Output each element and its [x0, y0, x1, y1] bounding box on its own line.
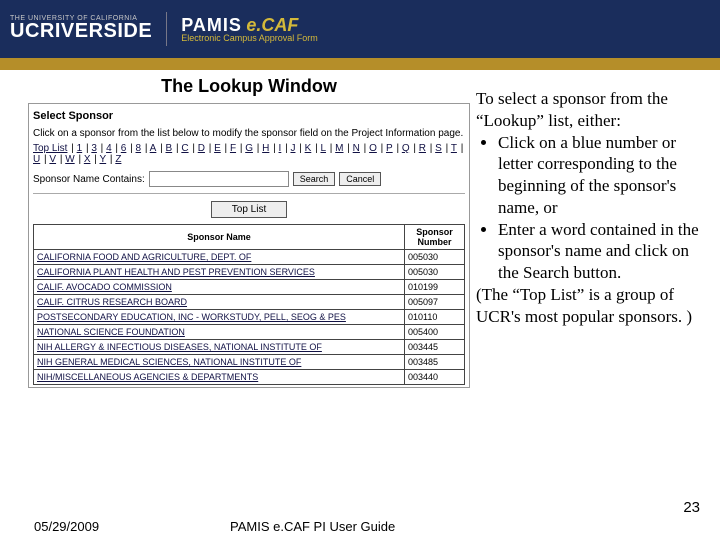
lookup-title: Select Sponsor [33, 110, 465, 122]
table-row: CALIF. CITRUS RESEARCH BOARD005097 [34, 295, 465, 310]
sponsor-number-cell: 005030 [405, 250, 465, 265]
index-link[interactable]: D [198, 143, 205, 154]
index-link[interactable]: Q [402, 143, 410, 154]
table-row: POSTSECONDARY EDUCATION, INC - WORKSTUDY… [34, 310, 465, 325]
index-link[interactable]: X [84, 154, 91, 165]
index-link[interactable]: A [150, 143, 157, 154]
index-link[interactable]: J [290, 143, 295, 154]
index-link[interactable]: 6 [121, 143, 127, 154]
index-link[interactable]: 3 [91, 143, 97, 154]
lookup-instruction: Click on a sponsor from the list below t… [33, 128, 465, 139]
index-link[interactable]: C [181, 143, 188, 154]
index-link[interactable]: N [353, 143, 360, 154]
sponsor-table: Sponsor Name Sponsor Number CALIFORNIA F… [33, 224, 465, 385]
notes-bullet-1: Click on a blue number or letter corresp… [498, 132, 702, 219]
index-link[interactable]: U [33, 154, 40, 165]
table-row: NIH/MISCELLANEOUS AGENCIES & DEPARTMENTS… [34, 370, 465, 385]
sponsor-name-cell[interactable]: CALIFORNIA PLANT HEALTH AND PEST PREVENT… [34, 265, 405, 280]
table-row: CALIF. AVOCADO COMMISSION010199 [34, 280, 465, 295]
caption: The Lookup Window [28, 76, 470, 97]
brand-ecaf: e.CAF [246, 15, 298, 35]
index-link[interactable]: E [214, 143, 221, 154]
brand-main: UCRIVERSIDE [10, 20, 152, 42]
table-row: NIH ALLERGY & INFECTIOUS DISEASES, NATIO… [34, 340, 465, 355]
header-band: THE UNIVERSITY OF CALIFORNIA UCRIVERSIDE… [0, 0, 720, 58]
search-label: Sponsor Name Contains: [33, 174, 145, 185]
sponsor-number-cell: 005097 [405, 295, 465, 310]
brand-area: THE UNIVERSITY OF CALIFORNIA UCRIVERSIDE… [10, 12, 318, 46]
sponsor-number-cell: 010199 [405, 280, 465, 295]
cancel-button[interactable]: Cancel [339, 172, 381, 186]
sponsor-number-cell: 003445 [405, 340, 465, 355]
footer-guide: PAMIS e.CAF PI User Guide [230, 519, 395, 534]
sponsor-number-cell: 005030 [405, 265, 465, 280]
notes-intro: To select a sponsor from the “Lookup” li… [476, 88, 702, 132]
table-row: NATIONAL SCIENCE FOUNDATION005400 [34, 325, 465, 340]
index-link[interactable]: B [166, 143, 173, 154]
index-link[interactable]: L [320, 143, 326, 154]
index-link[interactable]: M [335, 143, 343, 154]
sponsor-name-cell[interactable]: POSTSECONDARY EDUCATION, INC - WORKSTUDY… [34, 310, 405, 325]
index-link[interactable]: H [262, 143, 269, 154]
index-link[interactable]: G [245, 143, 253, 154]
footer-date: 05/29/2009 [34, 519, 99, 534]
index-link[interactable]: K [305, 143, 312, 154]
alpha-index: Top List | 1 | 3 | 4 | 6 | 8 | A | B | C… [33, 143, 465, 165]
search-input[interactable] [149, 171, 289, 187]
index-link[interactable]: O [369, 143, 377, 154]
notes-outro: (The “Top List” is a group of UCR's most… [476, 284, 702, 328]
sponsor-name-cell[interactable]: CALIF. AVOCADO COMMISSION [34, 280, 405, 295]
index-link[interactable]: Z [115, 154, 121, 165]
sponsor-name-cell[interactable]: NIH GENERAL MEDICAL SCIENCES, NATIONAL I… [34, 355, 405, 370]
notes-bullet-2: Enter a word contained in the sponsor's … [498, 219, 702, 284]
index-link[interactable]: 8 [136, 143, 142, 154]
index-link[interactable]: Y [99, 154, 106, 165]
index-link[interactable]: W [65, 154, 74, 165]
index-link[interactable]: Top List [33, 143, 67, 154]
index-link[interactable]: S [435, 143, 442, 154]
sponsor-number-cell: 003485 [405, 355, 465, 370]
index-link[interactable]: T [451, 143, 457, 154]
brand-pamis: PAMIS [181, 15, 242, 35]
table-row: NIH GENERAL MEDICAL SCIENCES, NATIONAL I… [34, 355, 465, 370]
sponsor-number-cell: 003440 [405, 370, 465, 385]
sponsor-name-cell[interactable]: NIH/MISCELLANEOUS AGENCIES & DEPARTMENTS [34, 370, 405, 385]
table-row: CALIFORNIA PLANT HEALTH AND PEST PREVENT… [34, 265, 465, 280]
sponsor-number-cell: 005400 [405, 325, 465, 340]
sponsor-name-cell[interactable]: NATIONAL SCIENCE FOUNDATION [34, 325, 405, 340]
notes-panel: To select a sponsor from the “Lookup” li… [470, 70, 720, 388]
sponsor-number-cell: 010110 [405, 310, 465, 325]
index-link[interactable]: 1 [77, 143, 83, 154]
divider [33, 193, 465, 194]
footer-page: 23 [683, 499, 700, 516]
top-list-button[interactable]: Top List [211, 201, 287, 218]
index-link[interactable]: R [419, 143, 426, 154]
search-row: Sponsor Name Contains: Search Cancel [33, 171, 465, 187]
sponsor-name-cell[interactable]: CALIF. CITRUS RESEARCH BOARD [34, 295, 405, 310]
col-sponsor-name: Sponsor Name [34, 225, 405, 250]
lookup-panel: Select Sponsor Click on a sponsor from t… [28, 103, 470, 388]
index-link[interactable]: I [279, 143, 282, 154]
gold-bar [0, 58, 720, 70]
index-link[interactable]: F [230, 143, 236, 154]
index-link[interactable]: P [386, 143, 393, 154]
left-panel: The Lookup Window Select Sponsor Click o… [0, 70, 470, 388]
search-button[interactable]: Search [293, 172, 336, 186]
index-link[interactable]: 4 [106, 143, 112, 154]
sponsor-name-cell[interactable]: NIH ALLERGY & INFECTIOUS DISEASES, NATIO… [34, 340, 405, 355]
index-link[interactable]: V [49, 154, 56, 165]
col-sponsor-number: Sponsor Number [405, 225, 465, 250]
table-row: CALIFORNIA FOOD AND AGRICULTURE, DEPT. O… [34, 250, 465, 265]
brand-divider [166, 12, 167, 46]
sponsor-name-cell[interactable]: CALIFORNIA FOOD AND AGRICULTURE, DEPT. O… [34, 250, 405, 265]
brand-tag: Electronic Campus Approval Form [181, 33, 318, 43]
